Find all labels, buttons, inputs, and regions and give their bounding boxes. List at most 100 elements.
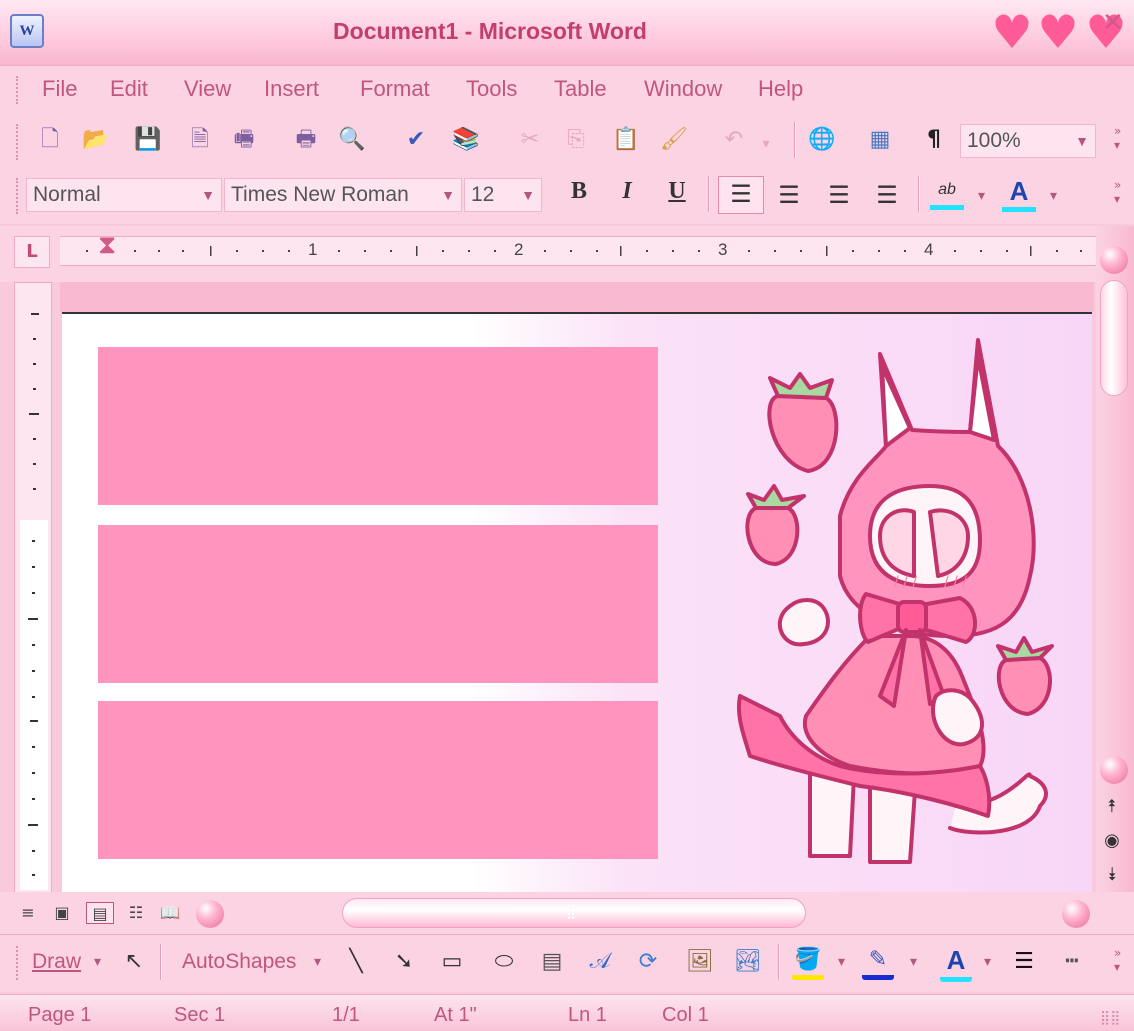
heart-icon[interactable]: ♥ — [1036, 9, 1080, 55]
justify-button[interactable]: ☰ — [870, 178, 904, 212]
indent-marker-icon[interactable]: ⧗ — [98, 230, 116, 261]
cat-illustration[interactable]: / / / / / / — [730, 336, 1090, 876]
menu-file[interactable]: File — [42, 76, 77, 102]
menu-tools[interactable]: Tools — [466, 76, 517, 102]
chevron-down-icon[interactable]: ▾ — [314, 954, 321, 970]
undo-dropdown-icon[interactable]: ▾ — [756, 128, 776, 160]
permission-icon[interactable]: 🗎 — [184, 124, 216, 156]
web-layout-view-icon[interactable]: ▣ — [48, 902, 76, 924]
hyperlink-icon[interactable]: 🌐 — [806, 124, 838, 156]
align-left-button[interactable]: ☰ — [718, 176, 764, 214]
align-center-button[interactable]: ☰ — [772, 178, 806, 212]
new-document-icon[interactable]: 🗋 — [34, 124, 66, 156]
draw-font-color-icon[interactable]: A — [940, 944, 972, 982]
paste-icon[interactable]: 📋 — [610, 124, 642, 156]
arrow-icon[interactable]: ➘ — [388, 946, 420, 978]
align-right-button[interactable]: ☰ — [822, 178, 856, 212]
horizontal-ruler[interactable] — [60, 236, 1096, 266]
menu-table[interactable]: Table — [554, 76, 607, 102]
clip-art-icon[interactable]: 🖼 — [684, 946, 716, 978]
font-color-button[interactable]: A — [1002, 176, 1036, 212]
pink-text-box[interactable] — [98, 701, 658, 859]
menu-edit[interactable]: Edit — [110, 76, 148, 102]
underline-button[interactable]: U — [660, 178, 694, 212]
copy-icon[interactable]: ⎘ — [560, 124, 592, 156]
chevron-down-icon[interactable]: ▾ — [1050, 188, 1057, 204]
select-browse-object-icon[interactable]: ◉ — [1102, 830, 1122, 851]
scroll-right-button[interactable] — [1062, 900, 1090, 928]
chevron-down-icon[interactable]: ▼ — [201, 179, 215, 211]
oval-icon[interactable]: ⬭ — [488, 946, 520, 978]
text-box-icon[interactable]: ▤ — [536, 946, 568, 978]
italic-button[interactable]: I — [610, 178, 644, 212]
heart-icon[interactable]: ♥ — [990, 9, 1034, 55]
menu-insert[interactable]: Insert — [264, 76, 319, 102]
chevron-down-icon[interactable]: ▾ — [94, 954, 101, 970]
undo-icon[interactable]: ↶ — [718, 124, 750, 156]
normal-view-icon[interactable]: ≡ — [14, 902, 42, 924]
select-objects-icon[interactable]: ↖ — [118, 946, 150, 978]
chevron-down-icon[interactable]: ▼ — [521, 179, 535, 211]
toolbar-grip[interactable] — [16, 124, 20, 160]
diagram-icon[interactable]: ⟳ — [632, 946, 664, 978]
line-icon[interactable]: ╲ — [340, 946, 372, 978]
highlight-button[interactable]: ab — [930, 176, 964, 210]
chevron-down-icon[interactable]: ▾ — [910, 954, 917, 970]
fill-color-icon[interactable]: 🪣 — [792, 944, 824, 980]
menu-format[interactable]: Format — [360, 76, 430, 102]
next-page-icon[interactable]: ⯯ — [1102, 864, 1122, 885]
reading-layout-view-icon[interactable]: 📖 — [156, 902, 184, 924]
chevron-down-icon[interactable]: ▾ — [838, 954, 845, 970]
rectangle-icon[interactable]: ▭ — [436, 946, 468, 978]
line-color-icon[interactable]: ✎ — [862, 944, 894, 980]
tab-selector-button[interactable]: L — [14, 236, 50, 268]
vertical-scroll-thumb[interactable] — [1100, 280, 1128, 396]
style-combo[interactable]: Normal ▼ — [26, 178, 222, 212]
tables-borders-icon[interactable]: ▦ — [864, 124, 896, 156]
scroll-down-button[interactable] — [1100, 756, 1128, 784]
font-size-combo[interactable]: 12 ▼ — [464, 178, 542, 212]
dash-style-icon[interactable]: ┅ — [1056, 946, 1088, 978]
toolbar-options-icon[interactable]: » ▾ — [1114, 946, 1121, 974]
chevron-down-icon[interactable]: ▼ — [441, 179, 455, 211]
zoom-combo[interactable]: 100% ▼ — [960, 124, 1096, 158]
wordart-icon[interactable]: 𝒜 — [584, 946, 616, 978]
status-column: Col 1 — [662, 1004, 709, 1026]
resize-grip-icon[interactable]: ⣿⣿ — [1100, 1010, 1121, 1026]
print-layout-view-icon[interactable]: ▤ — [86, 902, 114, 924]
pink-text-box[interactable] — [98, 525, 658, 683]
toolbar-grip[interactable] — [16, 76, 20, 104]
open-folder-icon[interactable]: 📂 — [80, 124, 112, 156]
print-preview-icon[interactable]: 🔍 — [336, 124, 368, 156]
research-icon[interactable]: 📚 — [450, 124, 482, 156]
toolbar-options-icon[interactable]: » ▾ — [1114, 178, 1121, 206]
bold-button[interactable]: B — [562, 178, 596, 212]
cut-icon[interactable]: ✂ — [514, 124, 546, 156]
font-combo[interactable]: Times New Roman ▼ — [224, 178, 462, 212]
format-painter-icon[interactable]: 🖌 — [658, 124, 690, 156]
show-hide-paragraph-icon[interactable]: ¶ — [918, 124, 950, 156]
chevron-down-icon[interactable]: ▾ — [978, 188, 985, 204]
spelling-icon[interactable]: ✔ — [400, 124, 432, 156]
scroll-left-button[interactable] — [196, 900, 224, 928]
menu-view[interactable]: View — [184, 76, 231, 102]
pink-text-box[interactable] — [98, 347, 658, 505]
chevron-down-icon[interactable]: ▾ — [984, 954, 991, 970]
chevron-down-icon[interactable]: ▼ — [1075, 125, 1089, 157]
print-icon[interactable]: 🖶 — [290, 124, 322, 156]
menu-window[interactable]: Window — [644, 76, 722, 102]
outline-view-icon[interactable]: ☷ — [122, 902, 150, 924]
previous-page-icon[interactable]: ⯭ — [1102, 796, 1122, 817]
insert-picture-icon[interactable]: 🏞 — [732, 946, 764, 978]
toolbar-options-icon[interactable]: » ▾ — [1114, 124, 1121, 152]
email-icon[interactable]: 🖷 — [228, 124, 260, 156]
line-style-icon[interactable]: ☰ — [1008, 946, 1040, 978]
save-icon[interactable]: 💾 — [132, 124, 164, 156]
draw-menu-button[interactable]: Draw — [32, 950, 81, 974]
autoshapes-menu-button[interactable]: AutoShapes — [182, 950, 296, 974]
close-document-button[interactable]: ✕ — [1102, 8, 1124, 38]
scroll-up-button[interactable] — [1100, 246, 1128, 274]
menu-help[interactable]: Help — [758, 76, 803, 102]
toolbar-grip[interactable] — [16, 178, 20, 214]
toolbar-grip[interactable] — [16, 946, 20, 980]
